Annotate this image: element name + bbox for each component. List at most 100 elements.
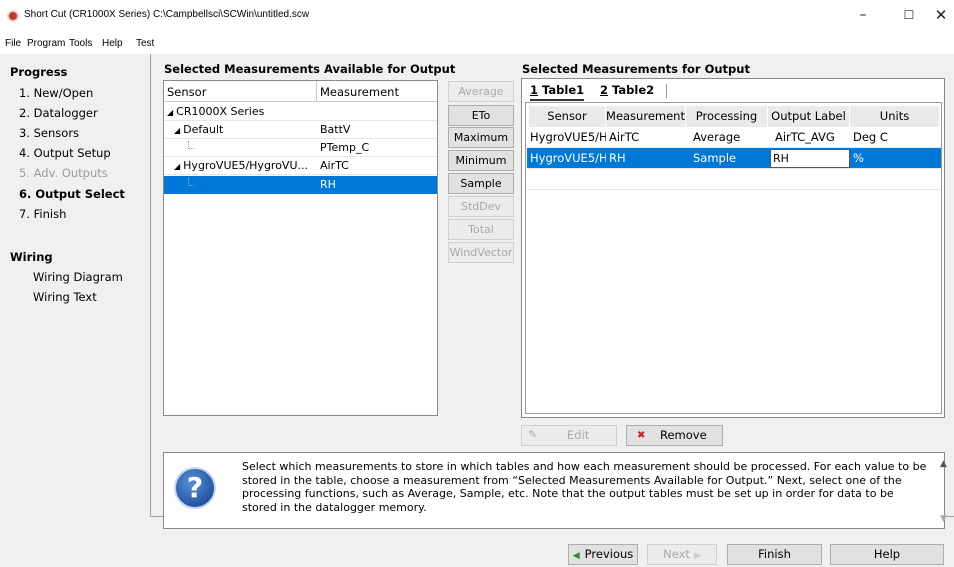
available-measurements-title: Selected Measurements Available for Outp… — [164, 62, 456, 76]
minimize-button[interactable]: – — [840, 0, 886, 30]
edit-button-label: Edit — [567, 428, 590, 442]
menu-program[interactable]: Program — [27, 38, 65, 49]
menu-bar: File Program Tools Help Test — [0, 36, 954, 54]
cell-units: Deg C — [853, 130, 888, 144]
tree-connector — [188, 178, 194, 186]
tab-separator — [666, 84, 667, 98]
sample-button[interactable]: Sample — [448, 173, 514, 194]
tree-node-cr1000x[interactable]: ◢ CR1000X Series — [164, 103, 437, 121]
expand-triangle-icon[interactable]: ◢ — [167, 108, 173, 117]
tab-label: Table2 — [612, 83, 655, 97]
remove-x-icon: ✖ — [637, 430, 646, 441]
tree-node-label: HygroVUE5/HygroVU... — [183, 159, 309, 172]
help-text: Select which measurements to store in wh… — [242, 460, 927, 514]
tree-node-default[interactable]: ◢ Default BattV — [164, 121, 437, 139]
cell-sensor: HygroVUE5/H — [530, 151, 606, 165]
output-measurements-title: Selected Measurements for Output — [522, 62, 750, 76]
finish-button[interactable]: Finish — [727, 544, 822, 565]
progress-panel: Progress 1. New/Open 2. Datalogger 3. Se… — [0, 54, 150, 544]
step-datalogger[interactable]: 2. Datalogger — [19, 106, 98, 120]
eto-button[interactable]: ETo — [448, 105, 514, 126]
col-header-sensor[interactable]: Sensor — [529, 106, 606, 127]
step-output-select[interactable]: 6. Output Select — [19, 187, 125, 201]
edit-button[interactable]: ✎ Edit — [521, 425, 617, 446]
step-adv-outputs: 5. Adv. Outputs — [19, 166, 108, 180]
tree-node-rh[interactable]: RH — [164, 176, 437, 194]
previous-label: Previous — [584, 547, 634, 561]
tree-node-ptemp[interactable]: PTemp_C — [164, 139, 437, 157]
scroll-down-icon[interactable]: ▼ — [940, 514, 947, 524]
cell-measurement: AirTC — [609, 130, 640, 144]
windvector-button[interactable]: WindVector — [448, 242, 514, 263]
remove-button-label: Remove — [660, 428, 707, 442]
column-divider — [316, 81, 317, 102]
wiring-diagram-link[interactable]: Wiring Diagram — [33, 270, 123, 284]
col-header-output-label[interactable]: Output Label — [768, 106, 850, 127]
menu-file[interactable]: File — [5, 38, 21, 49]
remove-button[interactable]: ✖ Remove — [626, 425, 723, 446]
maximize-button[interactable]: ☐ — [886, 0, 932, 30]
title-bar: Short Cut (CR1000X Series) C:\Campbellsc… — [0, 0, 954, 36]
tree-measurement: AirTC — [320, 159, 349, 172]
step-new-open[interactable]: 1. New/Open — [19, 86, 93, 100]
tree-header-sensor[interactable]: Sensor — [167, 85, 206, 99]
tree-node-label: CR1000X Series — [176, 105, 265, 118]
tree-connector — [188, 141, 194, 149]
previous-button[interactable]: ◀ Previous — [568, 544, 638, 565]
cell-sensor: HygroVUE5/H — [530, 130, 606, 144]
next-label: Next — [663, 547, 690, 561]
tree-node-label: Default — [183, 123, 224, 136]
table-row[interactable]: HygroVUE5/H RH Sample RH % — [527, 148, 941, 169]
arrow-right-icon: ▶ — [693, 551, 701, 561]
tree-measurement: PTemp_C — [320, 141, 370, 154]
tree-node-hygrovue[interactable]: ◢ HygroVUE5/HygroVU... AirTC — [164, 157, 437, 175]
step-sensors[interactable]: 3. Sensors — [19, 126, 79, 140]
next-button[interactable]: Next ▶ — [647, 544, 717, 565]
step-output-setup[interactable]: 4. Output Setup — [19, 146, 111, 160]
cell-processing: Sample — [693, 151, 737, 165]
arrow-left-icon: ◀ — [572, 551, 580, 561]
step-finish[interactable]: 7. Finish — [19, 207, 66, 221]
wiring-text-link[interactable]: Wiring Text — [33, 290, 97, 304]
cell-units: % — [853, 151, 864, 165]
progress-heading: Progress — [10, 65, 68, 79]
tree-header: Sensor Measurement — [164, 81, 437, 102]
tree-header-measurement[interactable]: Measurement — [320, 85, 399, 99]
tab-label: Table1 — [542, 83, 585, 97]
scroll-up-icon[interactable]: ▲ — [940, 459, 947, 469]
total-button[interactable]: Total — [448, 219, 514, 240]
menu-tools[interactable]: Tools — [69, 38, 92, 49]
output-table[interactable]: Sensor Measurement Processing Output Lab… — [525, 102, 942, 414]
col-header-units[interactable]: Units — [850, 106, 940, 127]
tree-measurement: BattV — [320, 123, 351, 136]
expand-triangle-icon[interactable]: ◢ — [174, 126, 180, 135]
col-header-processing[interactable]: Processing — [686, 106, 768, 127]
tab-table2[interactable]: 2 Table2 — [600, 83, 654, 101]
help-button[interactable]: Help — [830, 544, 944, 565]
cell-output-label: AirTC_AVG — [775, 130, 835, 144]
available-measurements-tree[interactable]: Sensor Measurement ◢ CR1000X Series ◢ Defa… — [163, 80, 438, 416]
output-label-input[interactable]: RH — [770, 149, 850, 168]
minimum-button[interactable]: Minimum — [448, 150, 514, 171]
tab-number: 2 — [600, 83, 609, 97]
wiring-heading: Wiring — [10, 250, 53, 264]
cell-processing: Average — [693, 130, 741, 144]
pencil-icon: ✎ — [528, 428, 538, 441]
stddev-button[interactable]: StdDev — [448, 196, 514, 217]
expand-triangle-icon[interactable]: ◢ — [174, 162, 180, 171]
app-logo-icon — [7, 10, 19, 22]
tab-number: 1 — [530, 83, 539, 97]
tree-measurement: RH — [320, 178, 336, 191]
maximum-button[interactable]: Maximum — [448, 127, 514, 148]
window-title: Short Cut (CR1000X Series) C:\Campbellsc… — [24, 9, 310, 20]
menu-help[interactable]: Help — [102, 38, 123, 49]
close-button[interactable]: ✕ — [928, 0, 954, 30]
table-row[interactable] — [527, 169, 941, 190]
average-button[interactable]: Average — [448, 81, 514, 102]
tab-table1[interactable]: 1 Table1 — [530, 83, 585, 101]
question-mark-icon: ? — [174, 467, 216, 509]
cell-measurement: RH — [609, 151, 626, 165]
col-header-measurement[interactable]: Measurement — [606, 106, 686, 127]
table-row[interactable]: HygroVUE5/H AirTC Average AirTC_AVG Deg … — [527, 127, 941, 148]
menu-test[interactable]: Test — [136, 38, 154, 49]
